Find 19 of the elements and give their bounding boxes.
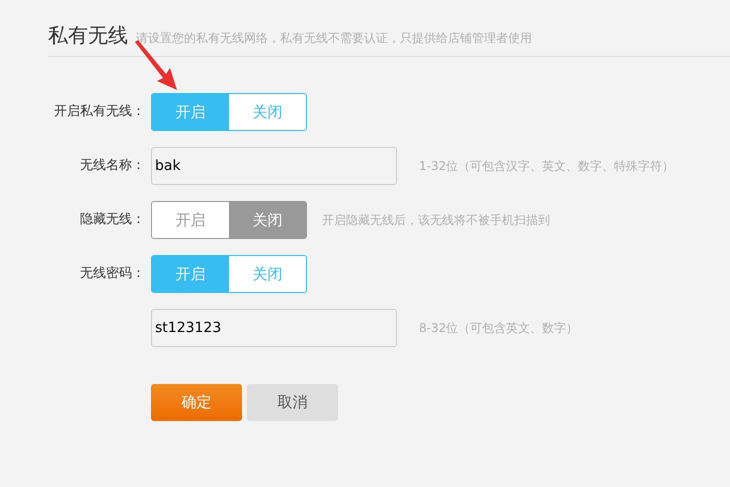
hint-text: 开启隐藏无线后，该无线将不被手机扫描到	[322, 212, 550, 229]
toggle-option[interactable]: 关闭	[229, 202, 306, 238]
toggle-option[interactable]: 关闭	[229, 94, 306, 130]
input-field[interactable]: bak	[151, 147, 397, 185]
toggle-option[interactable]: 开启	[152, 202, 229, 238]
toggle-option[interactable]: 开启	[152, 256, 229, 292]
confirm-button[interactable]: 确定	[151, 384, 242, 421]
page-description: 请设置您的私有无线网络，私有无线不需要认证，只提供给店铺管理者使用	[136, 30, 532, 47]
toggle-option[interactable]: 开启	[152, 94, 229, 130]
field-label: 隐藏无线：	[80, 211, 145, 230]
cancel-button[interactable]: 取消	[247, 384, 338, 421]
field-label: 开启私有无线：	[54, 103, 145, 122]
hint-text: 8-32位（可包含英文、数字）	[419, 320, 578, 337]
page-title: 私有无线	[48, 22, 128, 48]
field-label: 无线名称：	[80, 157, 145, 176]
field-label: 无线密码：	[80, 265, 145, 284]
toggle-option[interactable]: 关闭	[229, 256, 306, 292]
input-field[interactable]: st123123	[151, 309, 397, 347]
hint-text: 1-32位（可包含汉字、英文、数字、特殊字符）	[419, 158, 674, 175]
